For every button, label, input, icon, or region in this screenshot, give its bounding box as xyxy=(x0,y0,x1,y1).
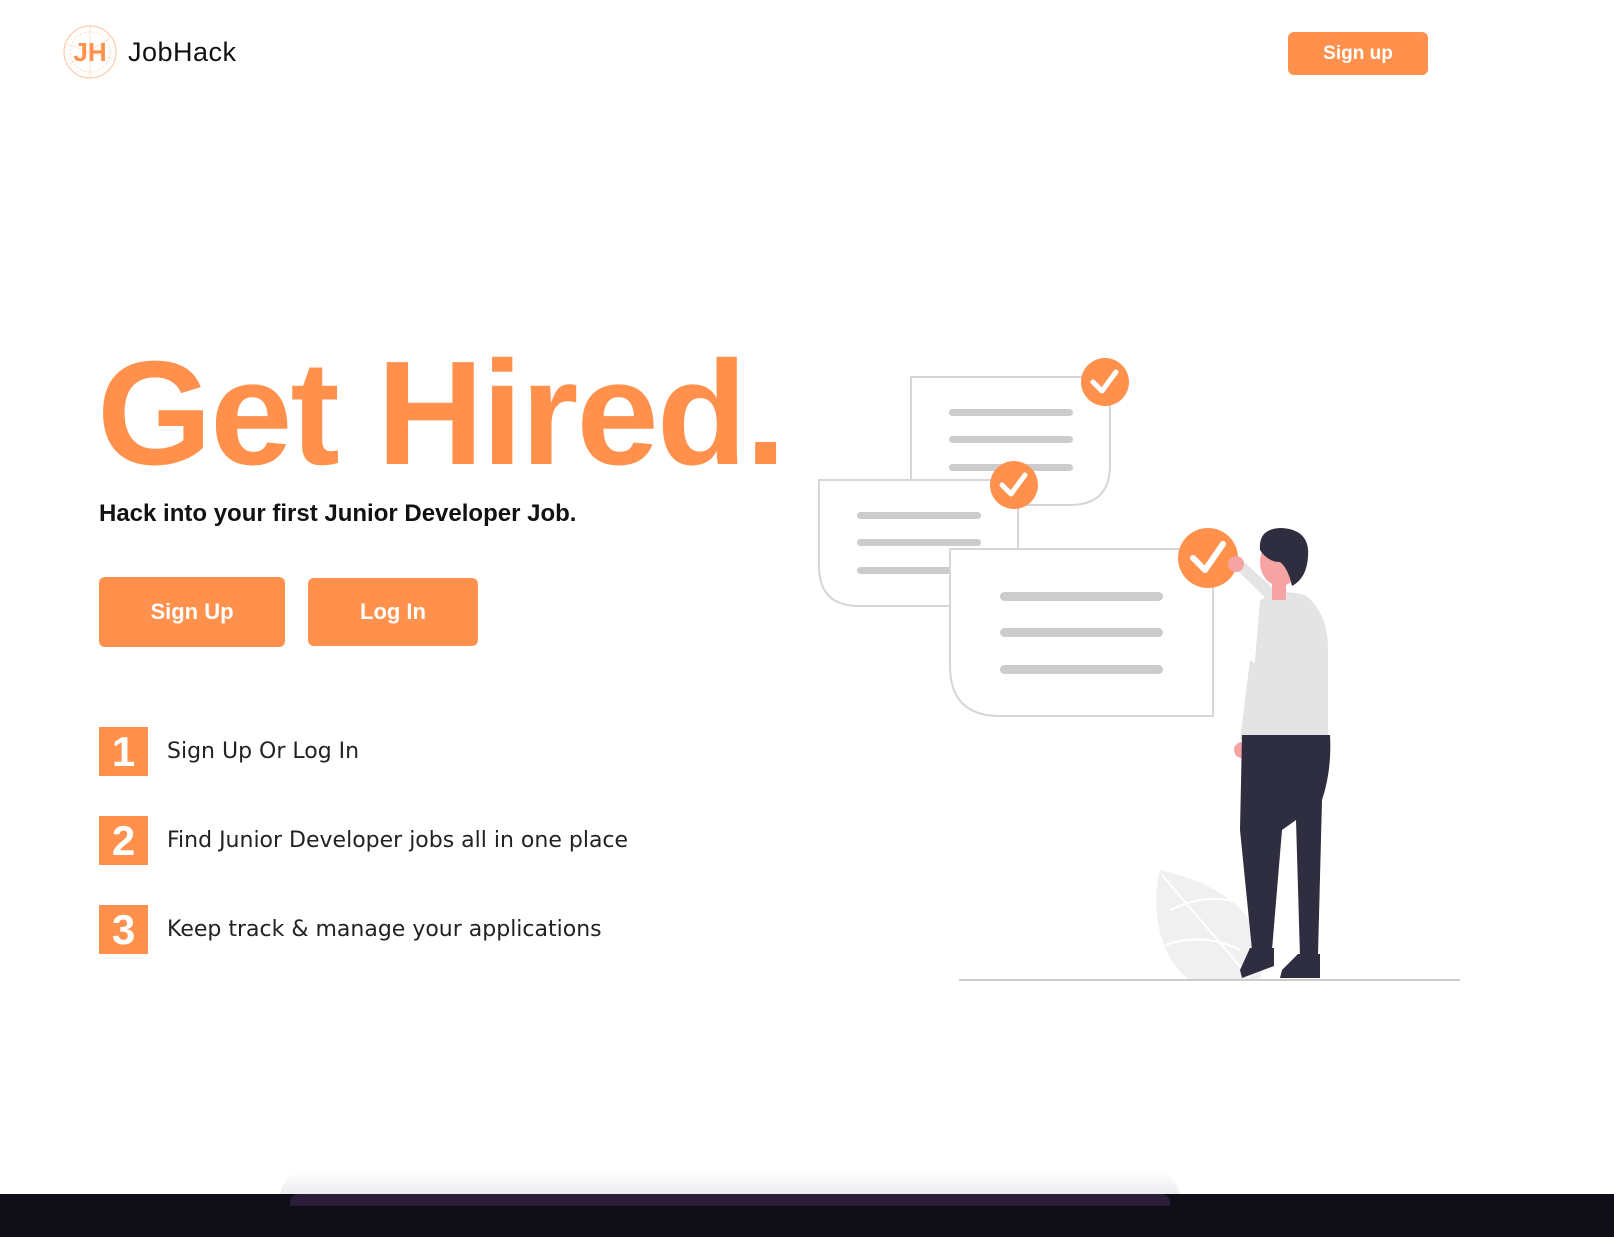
hero-title: Get Hired. xyxy=(97,331,786,496)
person-checking-documents-illustration xyxy=(818,358,1460,981)
step-item: 2 Find Junior Developer jobs all in one … xyxy=(99,816,628,865)
logo-initials: JH xyxy=(73,37,106,67)
step-item: 1 Sign Up Or Log In xyxy=(99,727,628,776)
brand-logo[interactable]: JH JobHack xyxy=(62,24,237,80)
checkmark-icon xyxy=(1178,528,1238,588)
step-item: 3 Keep track & manage your applications xyxy=(99,905,628,954)
hero-signup-button[interactable]: Sign Up xyxy=(99,577,285,647)
document-card xyxy=(949,548,1214,717)
bottom-dock-edge xyxy=(290,1194,1170,1206)
brand-name: JobHack xyxy=(128,36,237,67)
checkmark-icon xyxy=(990,461,1038,509)
hero-subtitle: Hack into your first Junior Developer Jo… xyxy=(99,500,577,527)
person-figure xyxy=(1228,528,1331,978)
steps-list: 1 Sign Up Or Log In 2 Find Junior Develo… xyxy=(99,727,628,994)
hero-login-button[interactable]: Log In xyxy=(308,578,478,646)
step-number-badge: 3 xyxy=(99,905,148,954)
step-text: Sign Up Or Log In xyxy=(167,739,360,764)
checkmark-icon xyxy=(1081,358,1129,406)
jobhack-logo-icon: JH xyxy=(63,25,117,79)
nav-signup-button[interactable]: Sign up xyxy=(1288,32,1428,75)
step-number-badge: 1 xyxy=(99,727,148,776)
step-text: Find Junior Developer jobs all in one pl… xyxy=(167,828,629,853)
step-text: Keep track & manage your applications xyxy=(167,917,602,942)
step-number-badge: 2 xyxy=(99,816,148,865)
landing-page: JH JobHack Sign up Get Hired. Hack into … xyxy=(0,0,1614,1237)
